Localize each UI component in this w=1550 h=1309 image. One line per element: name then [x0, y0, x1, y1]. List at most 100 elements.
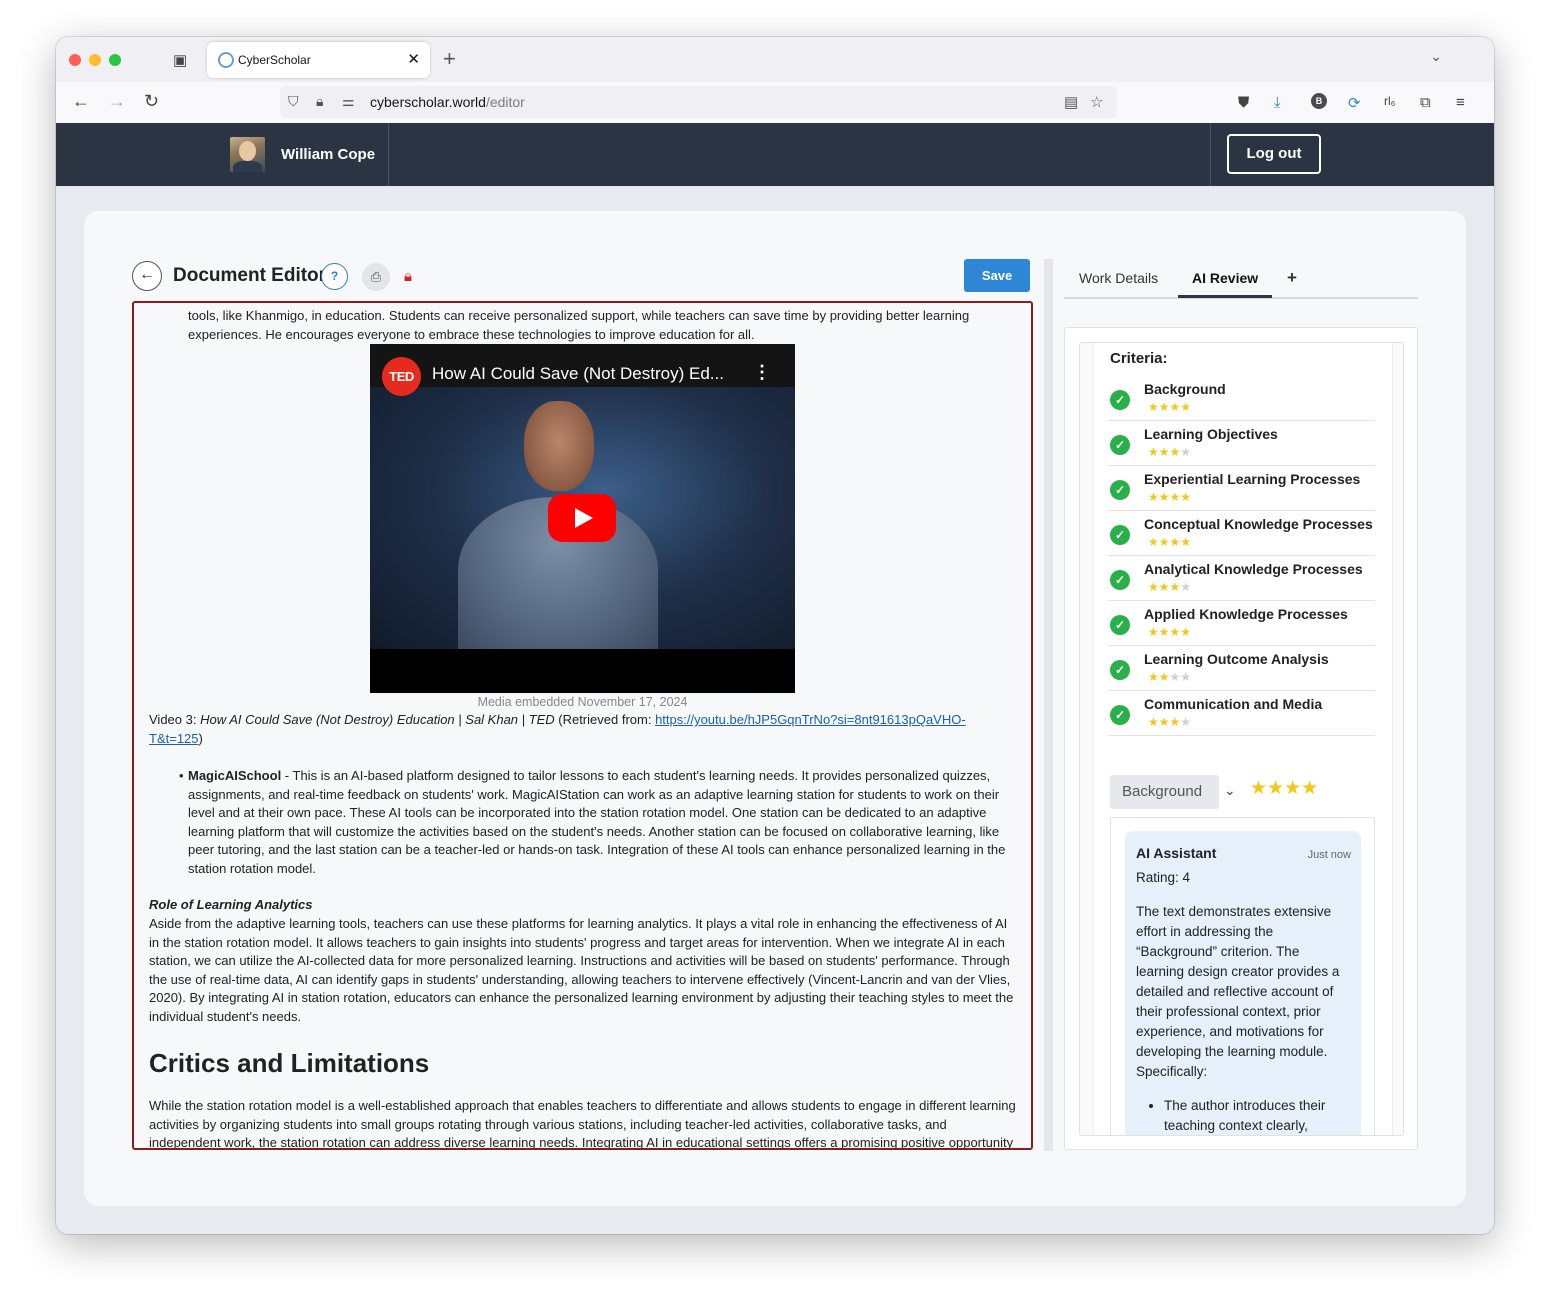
extension-sync-icon[interactable]: ⟳ [1348, 94, 1361, 112]
reload-icon[interactable]: ↻ [144, 91, 159, 112]
criterion-item[interactable]: ✓ Communication and Media ★★★★ [1108, 691, 1375, 736]
close-window-button[interactable] [69, 54, 81, 66]
message-list: The author introduces their teaching con… [1136, 1096, 1350, 1135]
browser-tab[interactable]: CyberScholar ✕ [207, 42, 430, 78]
tab-list-icon[interactable]: ▣ [173, 51, 191, 69]
video-title[interactable]: How AI Could Save (Not Destroy) Ed... [432, 364, 724, 384]
ted-logo[interactable]: TED [382, 357, 421, 396]
pocket-icon[interactable]: ⛊ [1238, 94, 1249, 111]
message-time: Just now [1307, 849, 1351, 861]
list-item: The author introduces their teaching con… [1164, 1096, 1350, 1135]
star-rating: ★★★★ [1148, 490, 1192, 504]
selected-star-rating: ★★★★ [1250, 778, 1319, 799]
download-icon[interactable]: ⤓ [1274, 94, 1281, 111]
back-button[interactable]: ← [132, 261, 162, 291]
list-item: • MagicAISchool - This is an AI-based pla… [179, 768, 1006, 876]
site-permissions-icon[interactable]: ⚌ [342, 93, 355, 110]
bookmark-star-icon[interactable]: ☆ [1090, 93, 1103, 111]
chevron-down-icon[interactable]: ⌄ [1224, 782, 1236, 799]
user-name[interactable]: William Cope [281, 146, 375, 163]
ai-message: AI Assistant Just now Rating: 4 The text… [1125, 831, 1361, 1135]
check-circle-icon: ✓ [1110, 390, 1130, 410]
header-divider [1210, 123, 1211, 186]
criterion-item[interactable]: ✓ Applied Knowledge Processes ★★★★ [1108, 601, 1375, 646]
paragraph: tools, like Khanmigo, in education. Stud… [188, 308, 970, 342]
star-rating: ★★★★ [1148, 400, 1192, 414]
criterion-item[interactable]: ✓ Learning Outcome Analysis ★★★★ [1108, 646, 1375, 691]
star-rating: ★★★★ [1148, 580, 1192, 594]
chat-area: AI Assistant Just now Rating: 4 The text… [1110, 817, 1375, 1135]
message-body: The text demonstrates extensive effort i… [1136, 904, 1340, 1079]
page-title: Document Editor [173, 265, 327, 286]
embedded-video[interactable]: TED How AI Could Save (Not Destroy) Ed..… [370, 344, 795, 693]
favicon-icon [218, 52, 234, 68]
save-button[interactable]: Save [964, 259, 1030, 292]
shield-icon[interactable]: ⛉ [288, 93, 299, 110]
paragraph: Aside from the adaptive learning tools, … [149, 916, 1014, 1024]
check-circle-icon: ✓ [1110, 435, 1130, 455]
close-tab-icon[interactable]: ✕ [407, 50, 420, 68]
criterion-item[interactable]: ✓ Background ★★★★ [1108, 376, 1375, 421]
reader-view-icon[interactable]: ▤ [1064, 93, 1078, 111]
criteria-title: Criteria: [1110, 350, 1168, 367]
forward-arrow-icon[interactable]: → [108, 91, 126, 112]
lock-icon[interactable]: 🔒︎ [316, 93, 323, 110]
add-tab-button[interactable]: + [1287, 268, 1297, 288]
app-header: William Cope Log out [56, 123, 1494, 186]
critics-heading: Critics and Limitations [149, 1048, 430, 1078]
lock-icon: 🔒︎ [404, 268, 412, 285]
extension-text-icon[interactable]: rl₆ [1384, 94, 1396, 108]
star-rating: ★★★★ [1148, 670, 1192, 684]
zoom-window-button[interactable] [109, 54, 121, 66]
help-button[interactable]: ? [321, 263, 348, 290]
navigation-bar: ← → ↻ ⛉ 🔒︎ ⚌ cyberscholar.world/editor ▤… [56, 82, 1494, 123]
menu-icon[interactable]: ≡ [1456, 94, 1465, 111]
tab-title: CyberScholar [238, 53, 311, 67]
browser-window: ▣ CyberScholar ✕ + ⌄ ← → ↻ ⛉ 🔒︎ ⚌ cybers… [56, 37, 1494, 1234]
more-options-icon[interactable]: ⋮ [753, 363, 771, 382]
minimize-window-button[interactable] [89, 54, 101, 66]
section-heading: Role of Learning Analytics [149, 897, 313, 912]
check-circle-icon: ✓ [1110, 570, 1130, 590]
logout-button[interactable]: Log out [1227, 134, 1321, 174]
tab-work-details[interactable]: Work Details [1079, 270, 1158, 286]
new-tab-button[interactable]: + [443, 46, 456, 72]
check-circle-icon: ✓ [1110, 660, 1130, 680]
play-icon[interactable] [548, 494, 616, 542]
criterion-item[interactable]: ✓ Experiential Learning Processes ★★★★ [1108, 466, 1375, 511]
criterion-select[interactable]: Background [1110, 775, 1219, 809]
criterion-item[interactable]: ✓ Learning Objectives ★★★★ [1108, 421, 1375, 466]
url-text[interactable]: cyberscholar.world/editor [370, 94, 525, 110]
profile-avatar-icon[interactable]: B [1311, 93, 1327, 109]
address-bar[interactable]: ⛉ 🔒︎ ⚌ cyberscholar.world/editor ▤ ☆ [280, 86, 1117, 118]
star-rating: ★★★★ [1148, 445, 1192, 459]
star-rating: ★★★★ [1148, 715, 1192, 729]
media-caption: Media embedded November 17, 2024 [477, 695, 688, 709]
criterion-item[interactable]: ✓ Conceptual Knowledge Processes ★★★★ [1108, 511, 1375, 556]
back-arrow-icon[interactable]: ← [72, 91, 90, 112]
chevron-down-icon[interactable]: ⌄ [1430, 48, 1442, 65]
avatar[interactable] [230, 137, 265, 172]
check-circle-icon: ✓ [1110, 615, 1130, 635]
criteria-scroll-area[interactable]: Criteria: ✓ Background ★★★★ ✓ Learning O… [1079, 342, 1404, 1136]
print-button[interactable]: ⎙ [362, 263, 390, 291]
active-tab-indicator [1178, 295, 1272, 298]
header-divider [388, 123, 389, 186]
message-rating: Rating: 4 [1136, 870, 1191, 885]
video-reference: Video 3: How AI Could Save (Not Destroy)… [149, 712, 966, 746]
check-circle-icon: ✓ [1110, 525, 1130, 545]
tab-ai-review[interactable]: AI Review [1192, 270, 1258, 286]
tab-bar: ▣ CyberScholar ✕ + ⌄ [56, 37, 1494, 82]
extensions-puzzle-icon[interactable]: ⧉ [1420, 94, 1431, 111]
star-rating: ★★★★ [1148, 535, 1192, 549]
scrollbar[interactable] [1392, 343, 1403, 1135]
criterion-item[interactable]: ✓ Analytical Knowledge Processes ★★★★ [1108, 556, 1375, 601]
document-editor[interactable]: tools, like Khanmigo, in education. Stud… [132, 301, 1033, 1150]
panel-splitter[interactable] [1044, 259, 1053, 1151]
paragraph: While the station rotation model is a we… [149, 1098, 1016, 1150]
check-circle-icon: ✓ [1110, 705, 1130, 725]
main-card: ← Document Editor ? ⎙ 🔒︎ Save tools, lik… [84, 211, 1466, 1206]
ai-review-panel: Criteria: ✓ Background ★★★★ ✓ Learning O… [1064, 327, 1418, 1150]
check-circle-icon: ✓ [1110, 480, 1130, 500]
star-rating: ★★★★ [1148, 625, 1192, 639]
